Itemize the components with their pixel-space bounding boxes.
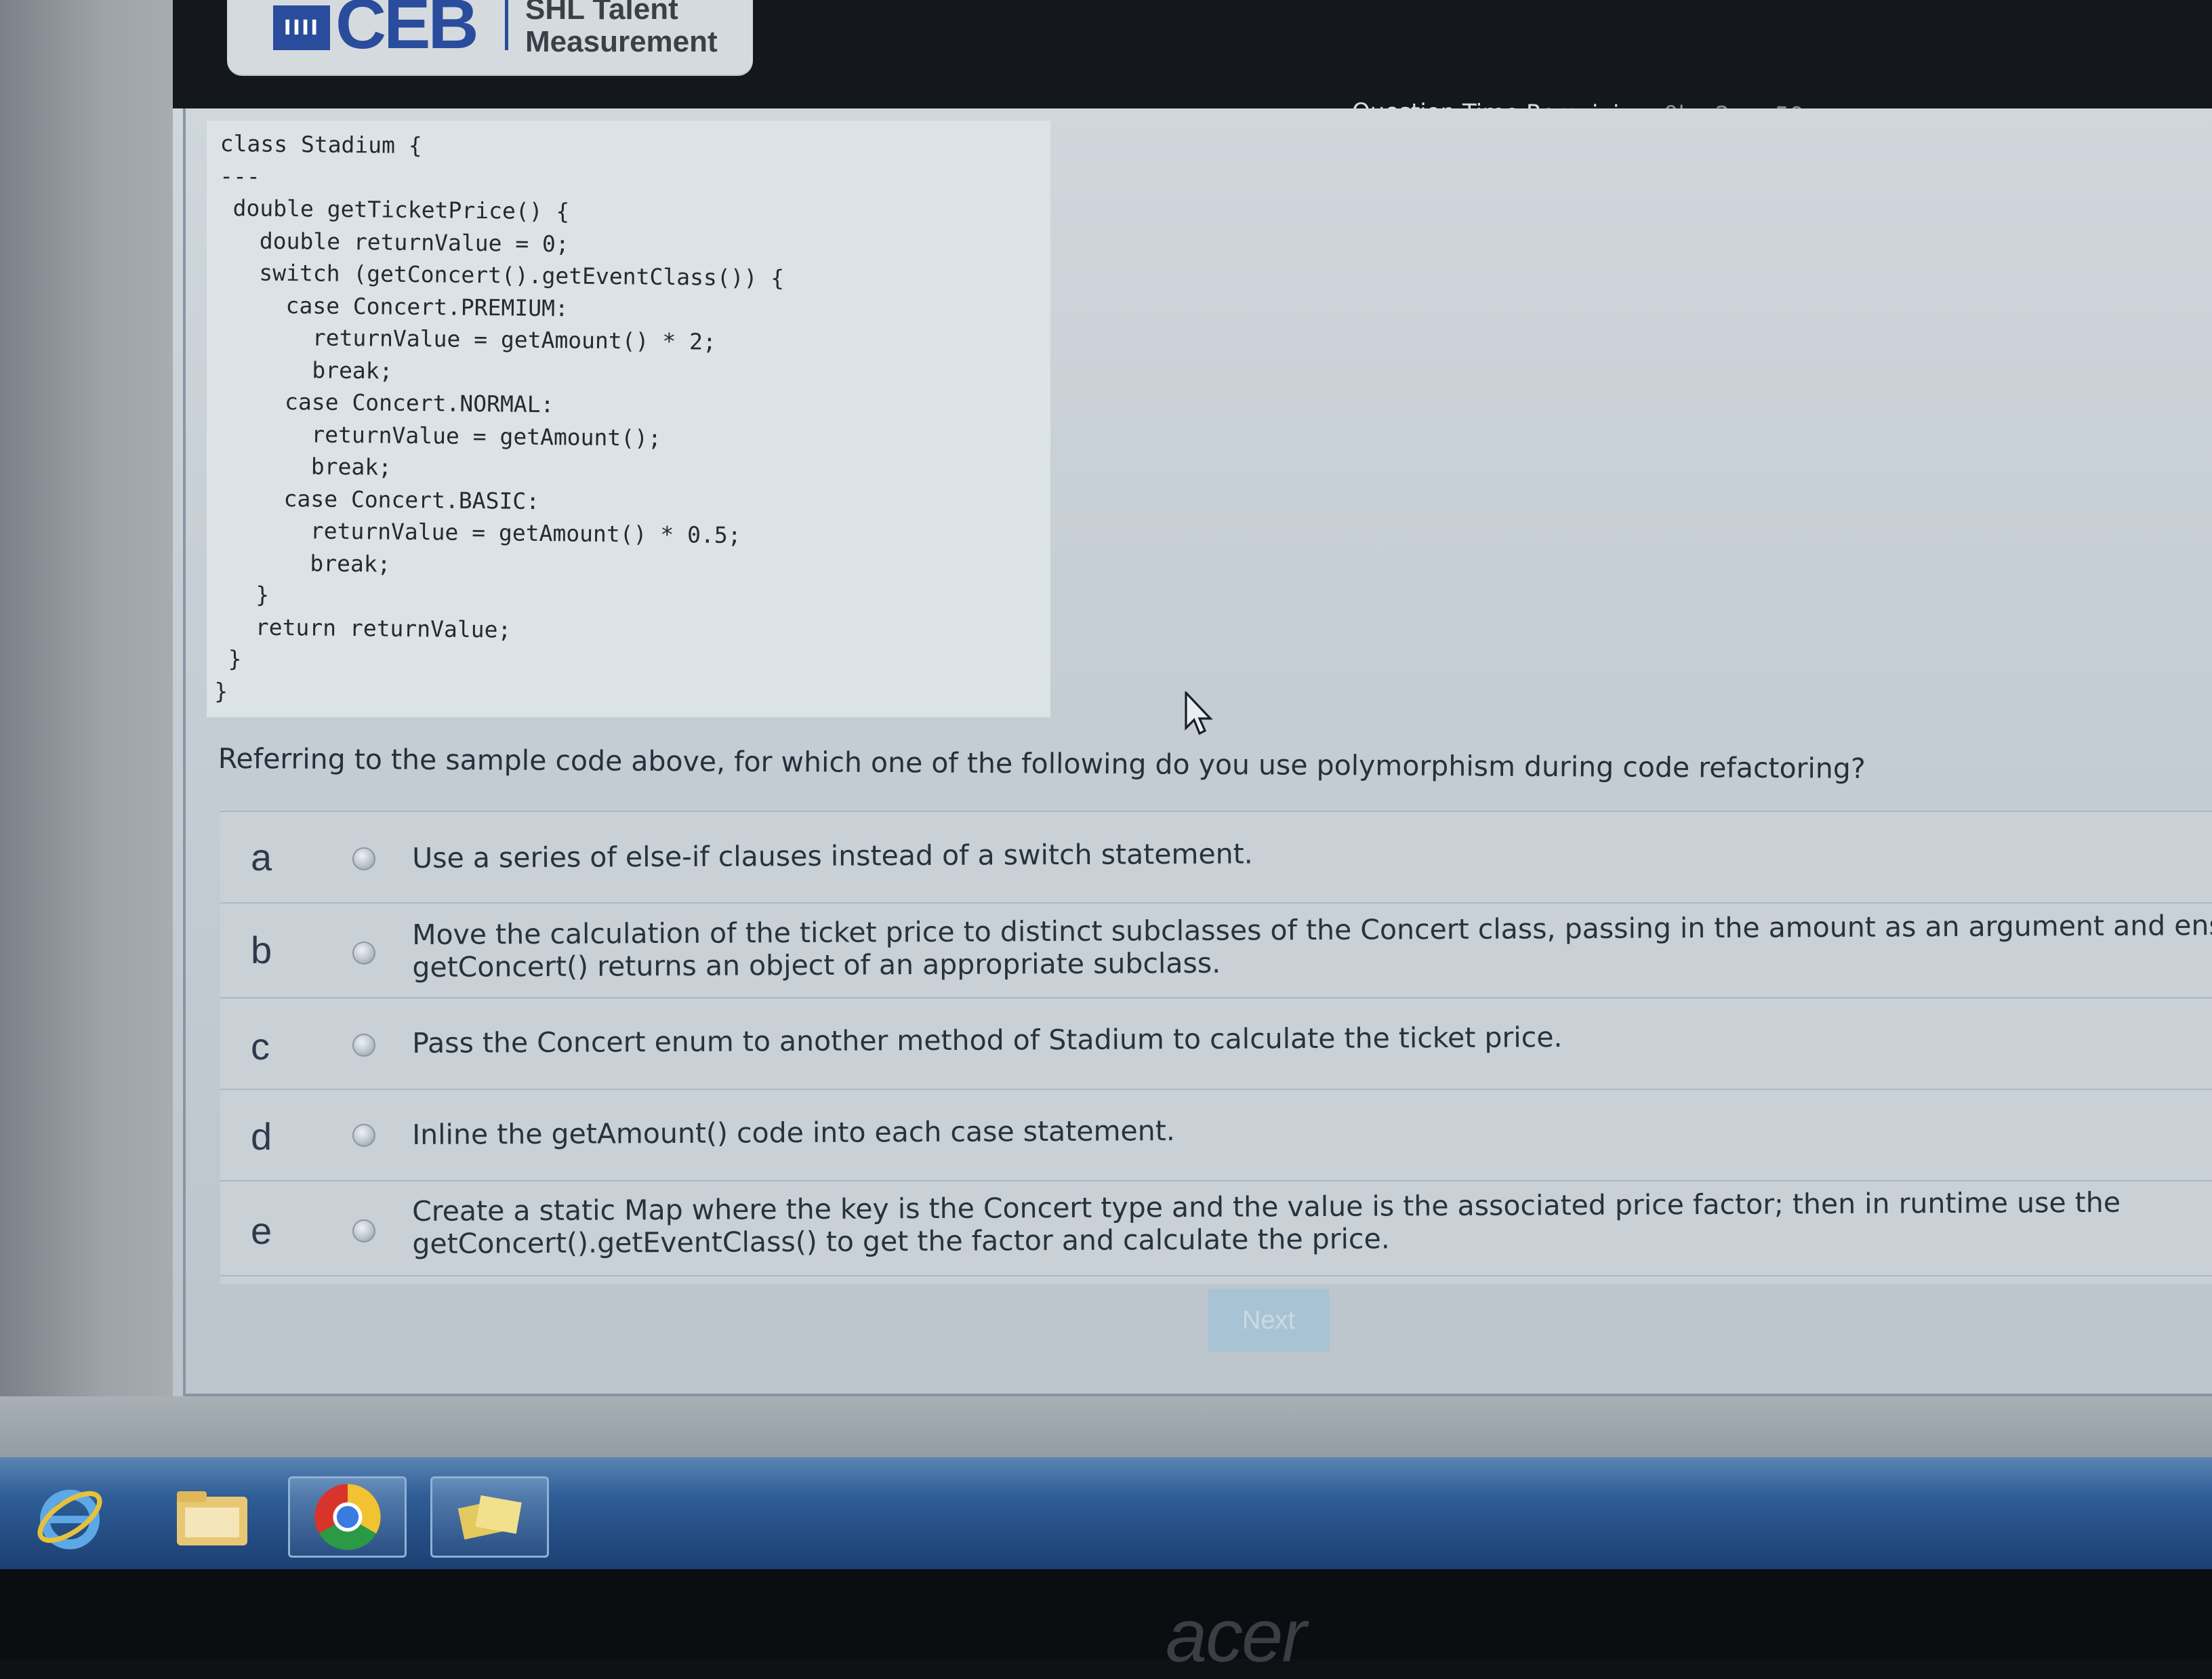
answer-radio-e[interactable] (352, 1219, 375, 1242)
answer-letter: e (251, 1209, 272, 1252)
answer-option-a[interactable]: a Use a series of else-if clauses instea… (220, 812, 2212, 904)
answer-letter: b (251, 929, 272, 971)
answer-letter: c (251, 1025, 270, 1068)
answer-radio-c[interactable] (352, 1034, 375, 1057)
file-explorer-icon (176, 1491, 247, 1545)
answer-options: a Use a series of else-if clauses instea… (220, 811, 2212, 1284)
answer-option-d[interactable]: d Inline the getAmount() code into each … (220, 1090, 2212, 1181)
taskbar-chrome-button[interactable] (288, 1476, 407, 1558)
next-button[interactable]: Next (1208, 1289, 1330, 1352)
ceb-shl-logo: IIII CEB SHL Talent Measurement (227, 0, 753, 75)
app-window-icon (457, 1495, 522, 1540)
answer-text: Use a series of else-if clauses instead … (412, 837, 1253, 874)
answer-radio-b[interactable] (352, 942, 375, 965)
logo-line-2: Measurement (525, 25, 718, 58)
answer-text: Create a static Map where the key is the… (412, 1186, 2121, 1260)
logo-line-1: SHL Talent (525, 0, 678, 26)
taskbar-ie-button[interactable] (10, 1476, 129, 1558)
code-sample: class Stadium { --- double getTicketPric… (214, 129, 785, 704)
logo-wordmark: CEB (335, 0, 479, 64)
answer-letter: a (251, 836, 272, 878)
answer-radio-a[interactable] (352, 847, 375, 870)
monitor-brand-logo: acer (1166, 1594, 1307, 1678)
monitor-bezel (0, 1569, 2212, 1659)
logo-subtitle: SHL Talent Measurement (525, 0, 718, 58)
taskbar-app-button[interactable] (430, 1476, 549, 1558)
answer-option-c[interactable]: c Pass the Concert enum to another metho… (220, 998, 2212, 1090)
mouse-pointer-icon (1185, 691, 1213, 735)
answer-option-b[interactable]: b Move the calculation of the ticket pri… (220, 904, 2212, 998)
chrome-icon (314, 1484, 381, 1550)
answer-letter: d (251, 1115, 272, 1158)
taskbar-explorer-button[interactable] (152, 1476, 271, 1558)
logo-divider (505, 0, 508, 50)
answer-text: Inline the getAmount() code into each ca… (412, 1114, 1175, 1151)
internet-explorer-icon (37, 1489, 102, 1550)
answer-text: Move the calculation of the ticket price… (412, 908, 2212, 984)
answer-text: Pass the Concert enum to another method … (412, 1021, 1563, 1059)
monitor-left-edge (0, 0, 173, 1464)
answer-option-e[interactable]: e Create a static Map where the key is t… (220, 1181, 2212, 1276)
answer-radio-d[interactable] (352, 1124, 375, 1147)
ceb-building-icon: IIII (273, 5, 330, 50)
